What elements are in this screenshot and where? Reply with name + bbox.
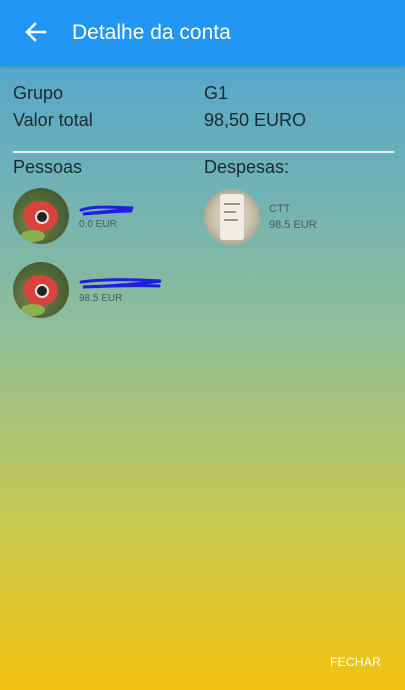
avatar [13,262,69,318]
group-value: G1 [204,83,229,103]
total-label: Valor total [13,110,93,130]
expense-item[interactable]: CTT 98.5 EUR [204,189,317,245]
receipt-thumbnail [204,189,260,245]
total-row: Valor total 98,50 EURO [13,107,306,134]
expenses-title: Despesas: [204,157,290,177]
person-item[interactable]: 0.0 EUR [13,188,159,244]
group-label: Grupo [13,83,64,103]
account-info: Grupo G1 Valor total 98,50 EURO [13,80,306,134]
divider-people [13,151,204,153]
redacted-scribble [79,205,134,216]
people-title: Pessoas [13,157,83,177]
arrow-left-icon [25,18,47,49]
expense-name: CTT [269,203,291,215]
total-value: 98,50 EURO [204,110,307,130]
expense-amount: 98.5 EUR [269,219,317,231]
person-amount: 0.0 EUR [79,219,117,230]
person-name [79,202,159,218]
person-name [79,276,169,292]
app-bar: Detalhe da conta [0,0,405,66]
divider-expenses [204,151,394,153]
avatar [13,188,69,244]
close-button[interactable]: FECHAR [330,655,381,669]
page-title: Detalhe da conta [72,21,231,44]
group-row: Grupo G1 [13,80,306,107]
person-amount: 98.5 EUR [79,293,123,304]
redacted-scribble [79,278,162,289]
back-button[interactable] [0,0,72,66]
person-item[interactable]: 98.5 EUR [13,262,169,318]
